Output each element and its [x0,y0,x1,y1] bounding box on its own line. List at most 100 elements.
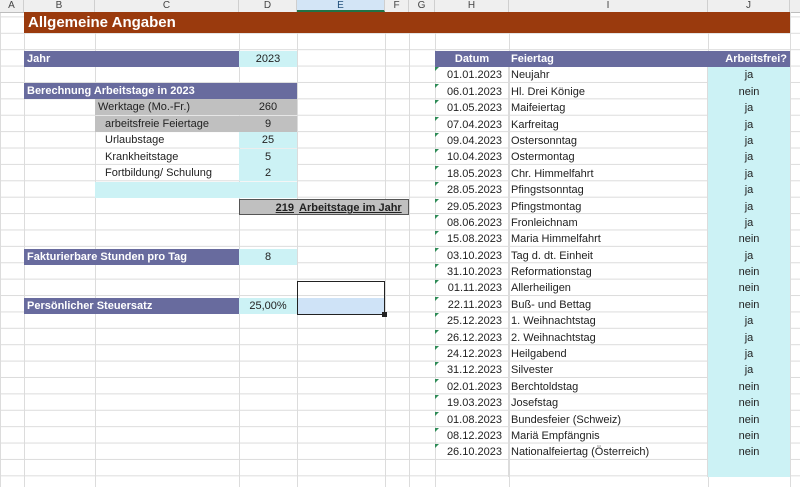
fill-handle[interactable] [382,312,387,317]
fortbildung-input[interactable]: 2 [239,165,297,181]
feiertage-label[interactable]: arbeitsfreie Feiertage [95,116,239,132]
cell-feiertag[interactable]: Josefstag [509,395,708,412]
cell-feiertag[interactable]: 1. Weihnachtstag [509,313,708,330]
cell-feiertag[interactable]: Karfreitag [509,116,708,133]
werktage-label[interactable]: Werktage (Mo.-Fr.) [95,99,239,115]
cell-arbeitsfrei[interactable]: ja [708,362,790,379]
cell-datum[interactable]: 22.11.2023 [435,296,509,314]
column-header-d[interactable]: D [239,0,297,12]
cell-feiertag[interactable]: Maifeiertag [509,100,708,117]
sheet-title[interactable]: Allgemeine Angaben [24,12,790,33]
cell-datum[interactable]: 06.01.2023 [435,83,509,101]
cell-datum[interactable]: 31.12.2023 [435,362,509,379]
cell-datum[interactable]: 25.12.2023 [435,313,509,330]
cell-feiertag[interactable]: Ostersonntag [509,132,708,150]
empty-input-row[interactable] [95,182,297,198]
cell-feiertag[interactable]: Mariä Empfängnis [509,427,708,445]
header-feiertag[interactable]: Feiertag [509,51,708,68]
cell-datum[interactable]: 01.11.2023 [435,280,509,297]
steuersatz-input[interactable]: 25,00% [239,298,297,314]
cell-feiertag[interactable]: Fronleichnam [509,214,708,232]
cell-arbeitsfrei[interactable]: ja [708,346,790,363]
cell-datum[interactable]: 28.05.2023 [435,182,509,199]
fakturierbar-input[interactable]: 8 [239,249,297,265]
column-header-h[interactable]: H [435,0,509,12]
berechnung-header[interactable]: Berechnung Arbeitstage in 2023 [24,83,297,99]
urlaubstage-label[interactable]: Urlaubstage [95,132,239,148]
cell-feiertag[interactable]: Nationalfeiertag (Österreich) [509,444,708,461]
cell-arbeitsfrei[interactable]: nein [708,395,790,412]
werktage-value[interactable]: 260 [239,99,297,115]
cell-arbeitsfrei[interactable]: nein [708,264,790,281]
cell-feiertag[interactable]: Reformationstag [509,264,708,281]
selected-cell[interactable] [298,298,384,314]
cell-feiertag[interactable]: Hl. Drei Könige [509,83,708,101]
cell-datum[interactable]: 02.01.2023 [435,378,509,396]
cell-arbeitsfrei[interactable]: nein [708,280,790,297]
cell-datum[interactable]: 26.10.2023 [435,444,509,461]
column-header-a[interactable]: A [0,0,24,12]
cell-arbeitsfrei[interactable]: ja [708,214,790,232]
cell-datum[interactable]: 01.01.2023 [435,67,509,84]
cell-feiertag[interactable]: Silvester [509,362,708,379]
cell-datum[interactable]: 26.12.2023 [435,329,509,347]
krankheitstage-label[interactable]: Krankheitstage [95,149,239,165]
cell-datum[interactable]: 08.12.2023 [435,427,509,445]
cell-feiertag[interactable]: Tag d. dt. Einheit [509,247,708,265]
cell-feiertag[interactable]: Chr. Himmelfahrt [509,165,708,183]
jahr-label[interactable]: Jahr [24,51,239,67]
cell-arbeitsfrei[interactable]: nein [708,378,790,396]
cell-datum[interactable]: 18.05.2023 [435,165,509,183]
cell-datum[interactable]: 19.03.2023 [435,395,509,412]
cell-feiertag[interactable]: Bundesfeier (Schweiz) [509,411,708,428]
cell-feiertag[interactable]: Berchtoldstag [509,378,708,396]
cell-datum[interactable]: 10.04.2023 [435,149,509,166]
cell-feiertag[interactable]: Maria Himmelfahrt [509,231,708,248]
fakturierbar-label[interactable]: Fakturierbare Stunden pro Tag [24,249,239,265]
header-arbeitsfrei[interactable]: Arbeitsfrei? [708,51,790,68]
result-box[interactable]: 219 Arbeitstage im Jahr [239,199,409,215]
feiertage-value[interactable]: 9 [239,116,297,132]
cell-feiertag[interactable]: Heilgabend [509,346,708,363]
steuersatz-label[interactable]: Persönlicher Steuersatz [24,298,239,314]
cell-arbeitsfrei[interactable]: nein [708,427,790,445]
cell-arbeitsfrei[interactable]: ja [708,116,790,133]
cell-datum[interactable]: 15.08.2023 [435,231,509,248]
fortbildung-label[interactable]: Fortbildung/ Schulung [95,165,239,181]
cell-arbeitsfrei[interactable]: nein [708,296,790,314]
cell-datum[interactable]: 03.10.2023 [435,247,509,265]
cell-arbeitsfrei[interactable]: nein [708,444,790,461]
cell-feiertag[interactable]: Pfingstmontag [509,198,708,215]
cell-arbeitsfrei[interactable]: ja [708,149,790,166]
cell-datum[interactable]: 31.10.2023 [435,264,509,281]
cell-arbeitsfrei[interactable]: ja [708,165,790,183]
cell-arbeitsfrei[interactable]: nein [708,411,790,428]
cell-datum[interactable]: 07.04.2023 [435,116,509,133]
krankheitstage-input[interactable]: 5 [239,149,297,165]
cell-arbeitsfrei[interactable]: ja [708,132,790,150]
cell-feiertag[interactable]: Neujahr [509,67,708,84]
cell-feiertag[interactable]: 2. Weihnachtstag [509,329,708,347]
urlaubstage-input[interactable]: 25 [239,132,297,148]
cell-arbeitsfrei[interactable]: ja [708,198,790,215]
cell-arbeitsfrei[interactable]: ja [708,313,790,330]
cell-feiertag[interactable]: Ostermontag [509,149,708,166]
column-header-g[interactable]: G [409,0,435,12]
cell-arbeitsfrei[interactable]: ja [708,67,790,84]
column-header-b[interactable]: B [24,0,95,12]
cell-datum[interactable]: 01.05.2023 [435,100,509,117]
cell-arbeitsfrei[interactable]: ja [708,100,790,117]
header-datum[interactable]: Datum [435,51,509,68]
cell-datum[interactable]: 08.06.2023 [435,214,509,232]
cell-datum[interactable]: 29.05.2023 [435,198,509,215]
column-header-j[interactable]: J [708,0,790,12]
cell-arbeitsfrei[interactable]: nein [708,231,790,248]
column-header-f[interactable]: F [385,0,409,12]
cell-feiertag[interactable]: Pfingstsonntag [509,182,708,199]
cell-arbeitsfrei[interactable]: nein [708,83,790,101]
cell-datum[interactable]: 09.04.2023 [435,132,509,150]
column-header-i[interactable]: I [509,0,708,12]
cell-datum[interactable]: 01.08.2023 [435,411,509,428]
cell-arbeitsfrei[interactable]: ja [708,182,790,199]
column-header-c[interactable]: C [95,0,239,12]
